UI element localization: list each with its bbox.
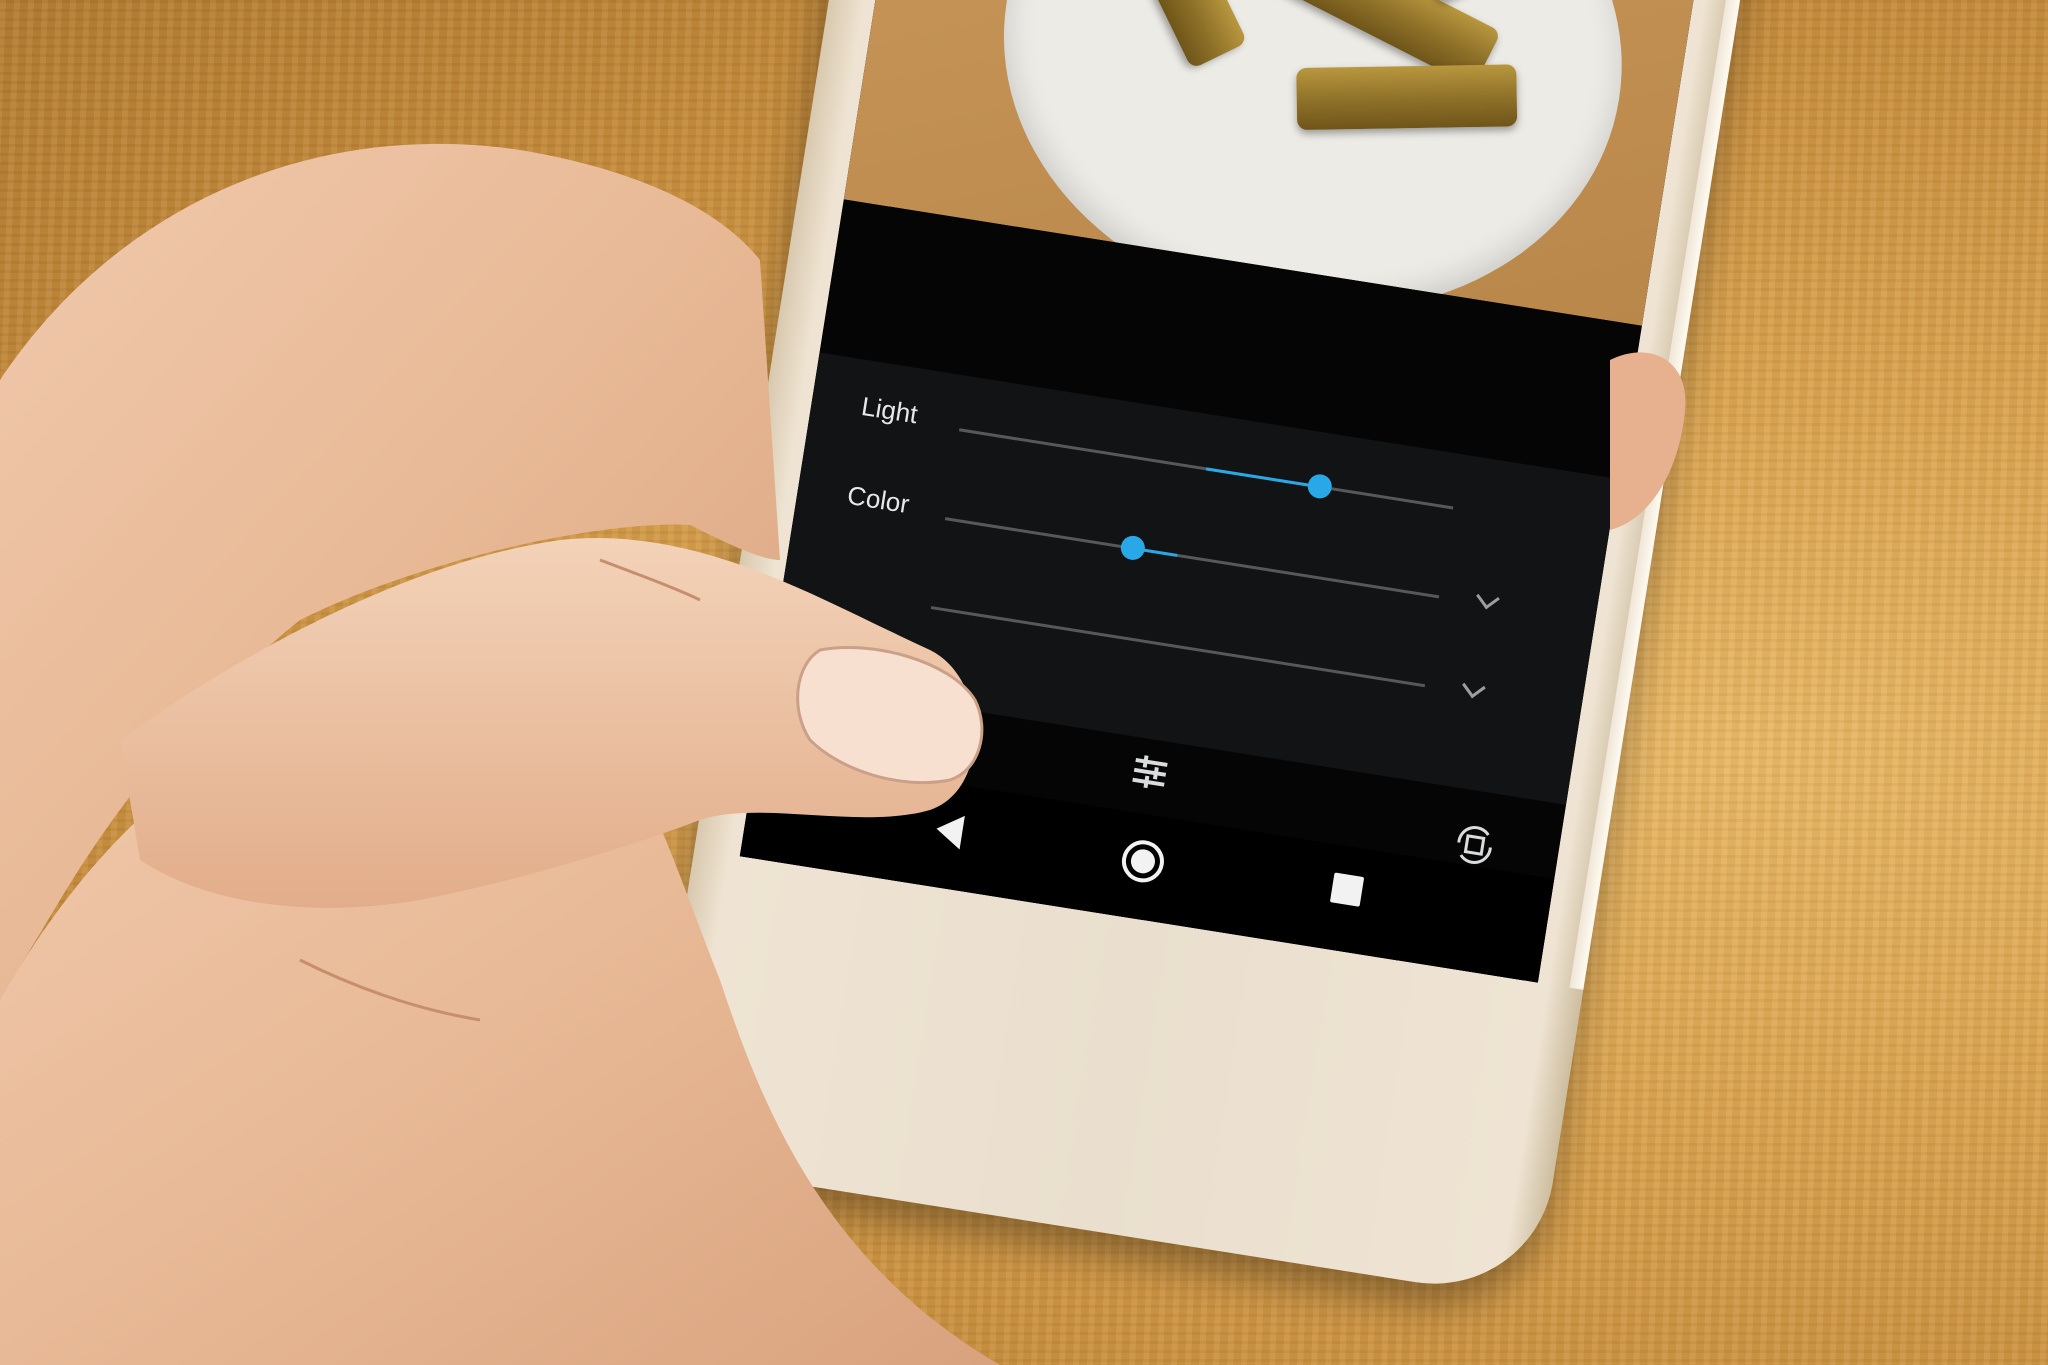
- finger-tip-right: [1610, 352, 1686, 530]
- photo-scene: Light Color: [0, 0, 2048, 1365]
- hand: [0, 143, 1686, 1365]
